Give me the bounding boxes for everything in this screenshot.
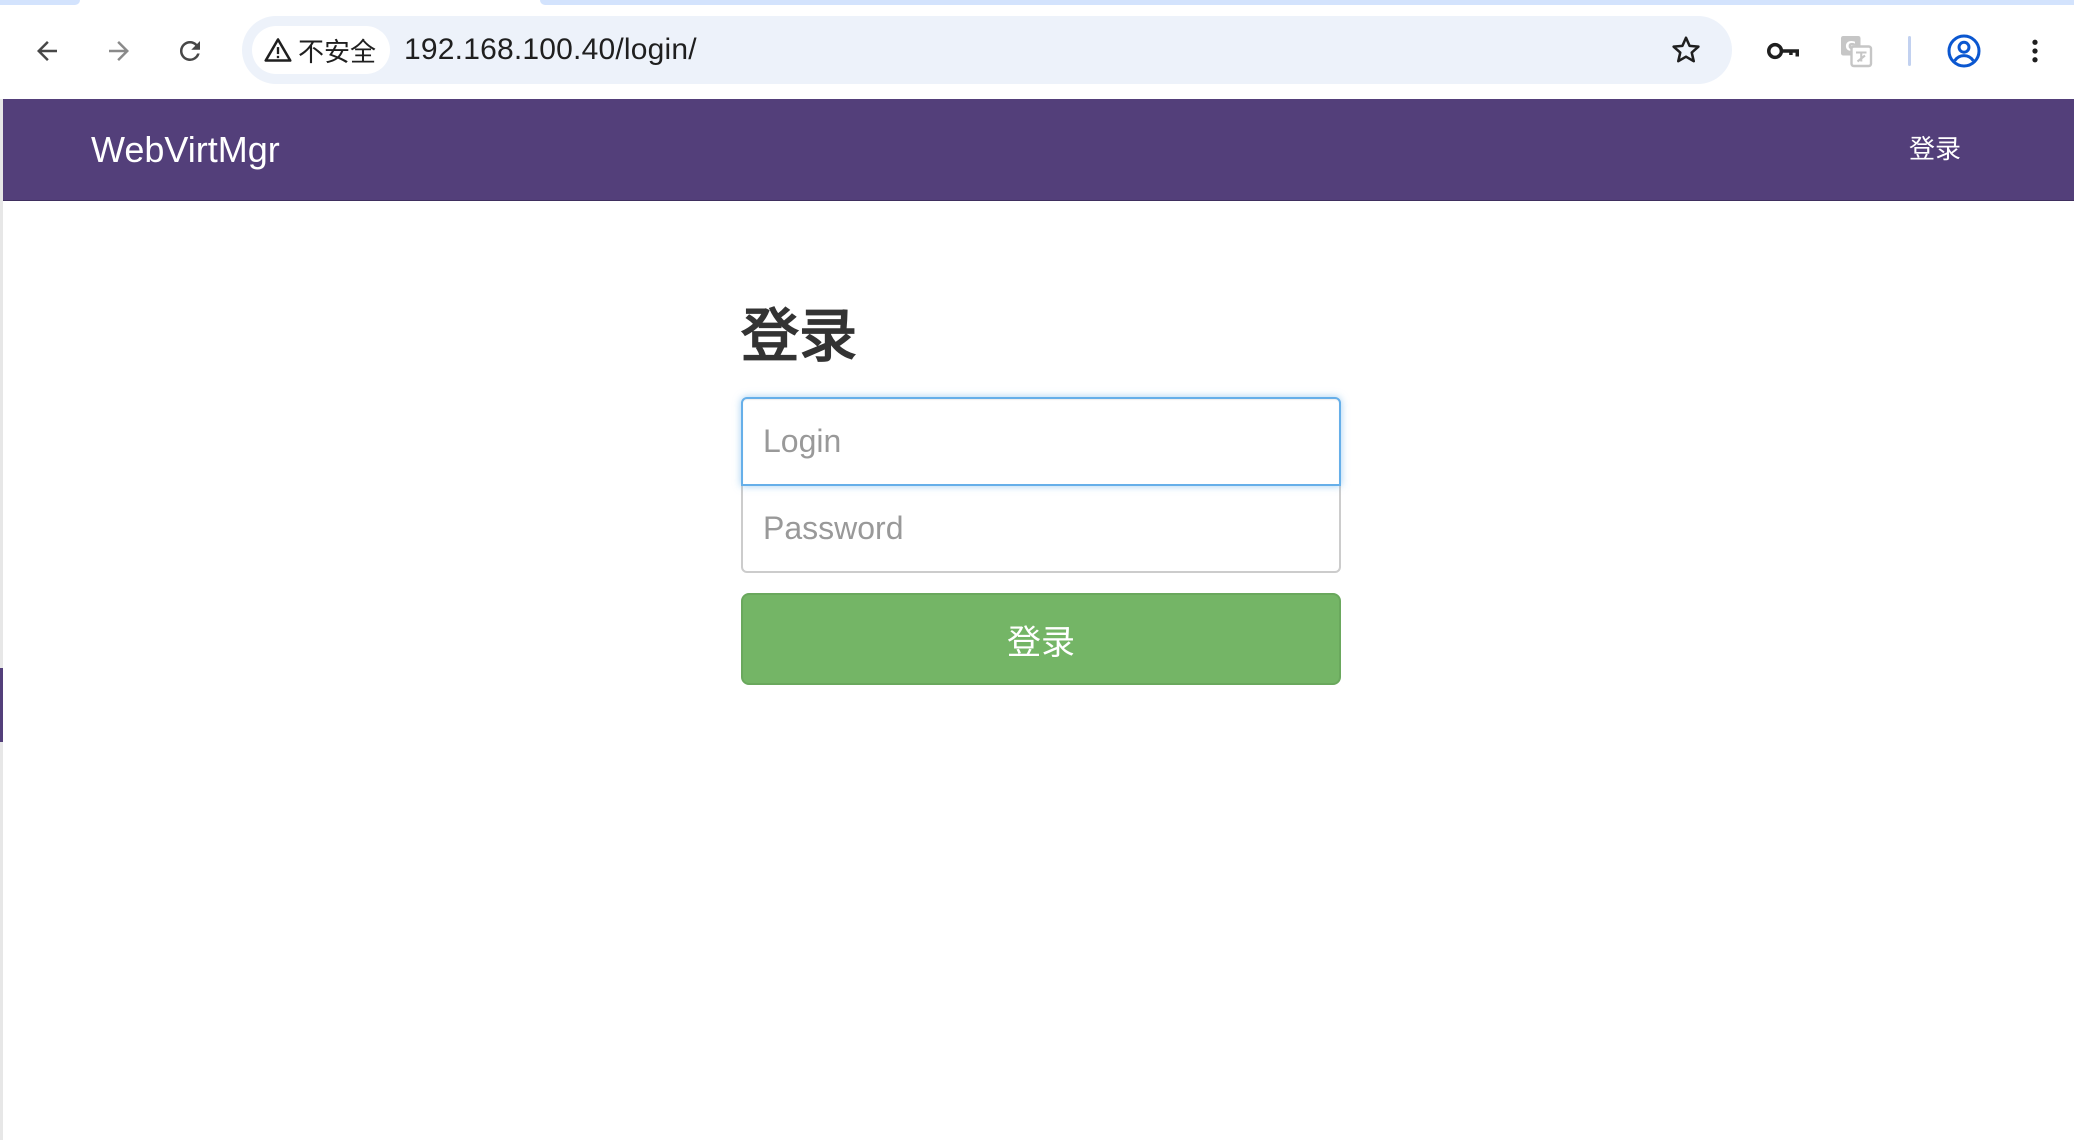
tab-strip-edge <box>540 0 2074 5</box>
more-vert-icon <box>2032 39 2038 63</box>
security-label: 不安全 <box>298 37 377 68</box>
url-text[interactable]: 192.168.100.40/login/ <box>404 16 697 84</box>
browser-toolbar: 不安全 192.168.100.40/login/ G <box>0 0 2074 99</box>
login-form: 登录 登录 <box>741 290 1341 685</box>
star-icon <box>1672 36 1700 63</box>
address-bar[interactable]: 不安全 192.168.100.40/login/ <box>242 16 1732 84</box>
brand-link[interactable]: WebVirtMgr <box>91 99 280 201</box>
key-icon <box>1767 42 1799 60</box>
reload-icon <box>179 40 200 61</box>
window-edge-mark <box>0 668 3 742</box>
bookmark-button[interactable] <box>1664 28 1708 72</box>
password-input[interactable] <box>741 484 1341 573</box>
account-circle-icon <box>1947 34 1981 68</box>
arrow-left-icon <box>37 41 57 61</box>
site-navbar: WebVirtMgr 登录 <box>0 99 2074 201</box>
login-title: 登录 <box>741 302 858 370</box>
password-manager-button[interactable] <box>1760 28 1806 74</box>
forward-button[interactable] <box>96 28 142 74</box>
nav-login-link[interactable]: 登录 <box>1909 99 1961 201</box>
translate-icon: G <box>1841 36 1873 68</box>
window-edge <box>0 99 3 1140</box>
username-input[interactable] <box>741 397 1341 486</box>
arrow-right-icon <box>109 41 129 61</box>
browser-menu-button[interactable] <box>2012 28 2058 74</box>
translate-button[interactable]: G <box>1833 28 1879 74</box>
warning-triangle-icon <box>264 38 292 62</box>
security-indicator[interactable]: 不安全 <box>252 26 391 74</box>
toolbar-divider <box>1908 36 1911 66</box>
tab-strip-edge <box>0 0 80 5</box>
profile-button[interactable] <box>1941 28 1987 74</box>
back-button[interactable] <box>24 28 70 74</box>
login-submit-button[interactable]: 登录 <box>741 593 1341 685</box>
reload-button[interactable] <box>167 28 213 74</box>
